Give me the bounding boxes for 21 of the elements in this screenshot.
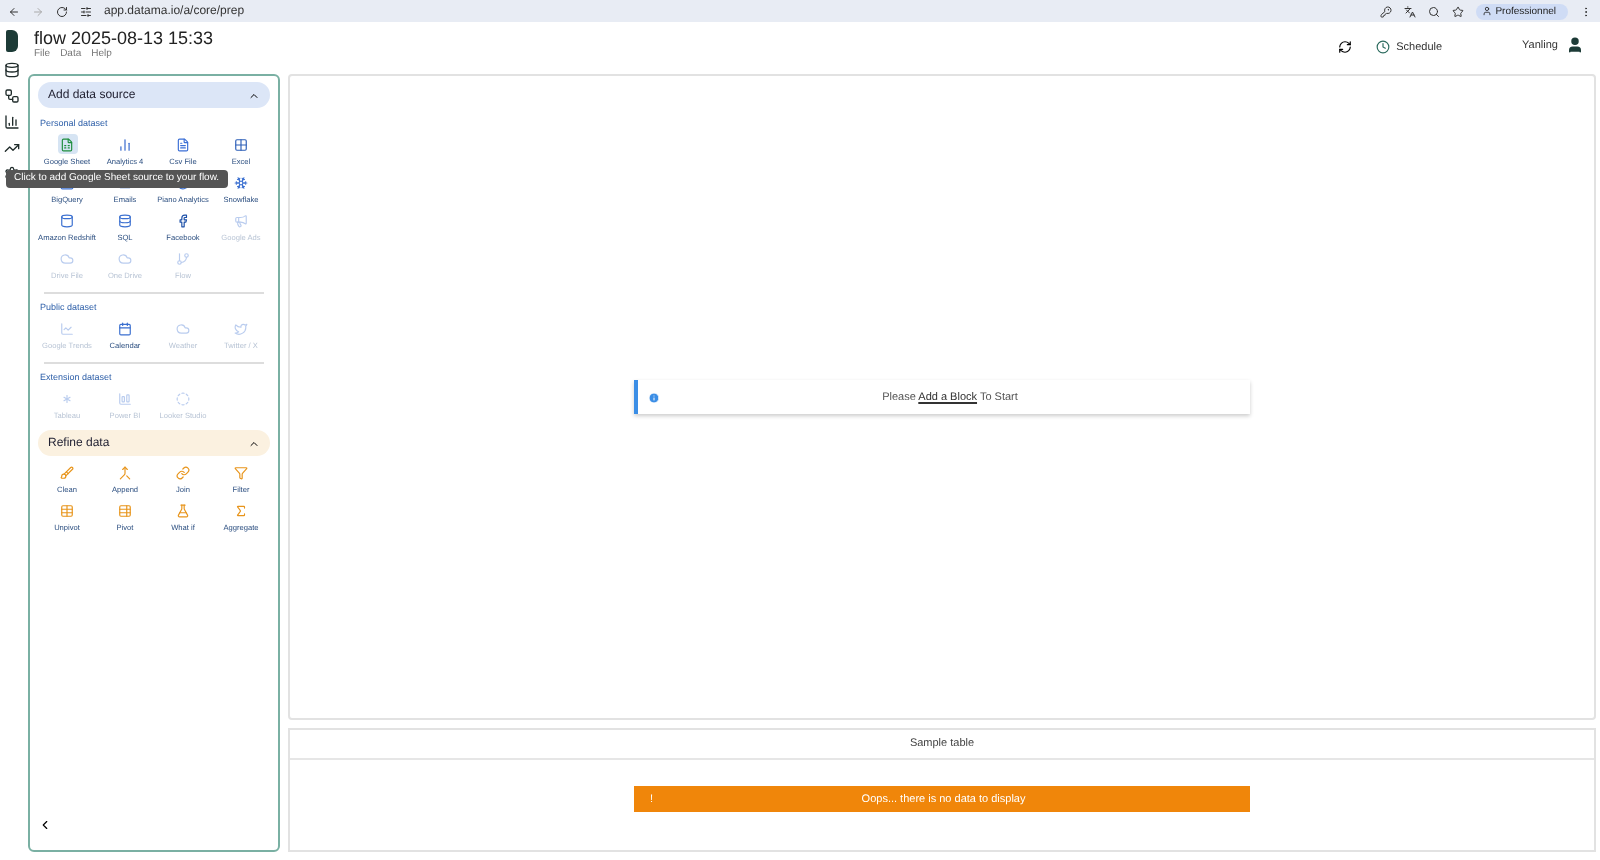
refresh-icon[interactable]: [1338, 40, 1353, 54]
database-icon[interactable]: [4, 62, 20, 78]
search-icon[interactable]: [1427, 5, 1440, 17]
reload-icon[interactable]: [56, 5, 68, 17]
back-icon[interactable]: [8, 5, 20, 17]
star-icon[interactable]: [1451, 5, 1464, 17]
logo-icon[interactable]: [6, 30, 18, 52]
trend-icon[interactable]: [4, 140, 20, 156]
user-icon[interactable]: [1566, 36, 1584, 54]
translate-icon[interactable]: [1403, 5, 1416, 17]
key-icon[interactable]: [1379, 5, 1392, 17]
avatar-icon: [1481, 6, 1492, 16]
flow-icon[interactable]: [4, 88, 20, 104]
collapse-icon[interactable]: [38, 818, 52, 832]
bar-chart-icon[interactable]: [4, 114, 20, 130]
site-settings-icon[interactable]: [80, 5, 92, 17]
flow-title: flow 2025-08-13 15:33: [34, 28, 216, 48]
info-icon: [648, 391, 660, 403]
clock-icon: [1376, 40, 1391, 54]
chevron-up-icon: [248, 89, 260, 101]
chevron-up-icon: [248, 437, 260, 449]
